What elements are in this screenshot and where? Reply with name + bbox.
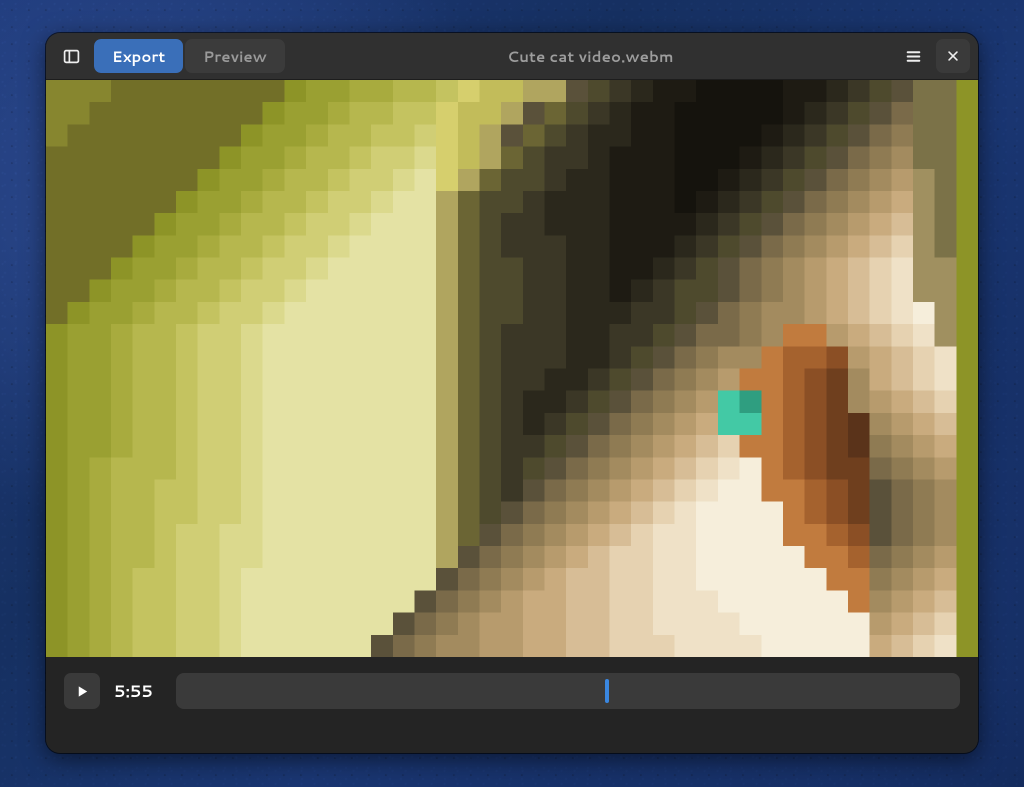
export-tab[interactable]: Export	[94, 39, 183, 73]
close-icon	[946, 49, 960, 63]
close-button[interactable]	[936, 39, 970, 73]
time-display: 5:55	[114, 680, 162, 703]
play-button[interactable]	[64, 673, 100, 709]
header-bar: Export Preview Cute cat video.webm	[46, 33, 978, 80]
preview-tab-label: Preview	[203, 46, 267, 67]
sidebar-toggle-icon	[63, 48, 80, 65]
seek-bar[interactable]	[176, 673, 960, 709]
video-preview[interactable]	[46, 80, 978, 657]
seek-thumb[interactable]	[605, 679, 609, 703]
play-icon	[75, 684, 90, 699]
hamburger-menu-icon	[905, 48, 922, 65]
preview-tab[interactable]: Preview	[185, 39, 285, 73]
mode-switcher: Export Preview	[94, 39, 285, 73]
window-title: Cute cat video.webm	[291, 46, 890, 67]
menu-button[interactable]	[896, 39, 930, 73]
header-left-group: Export Preview	[54, 39, 285, 73]
export-tab-label: Export	[112, 46, 165, 67]
sidebar-toggle-button[interactable]	[54, 39, 88, 73]
header-right-group	[896, 39, 970, 73]
video-frame-pixelart	[46, 80, 978, 657]
controls-row: 5:55	[46, 657, 978, 713]
playback-controls: 5:55	[46, 657, 978, 753]
app-window: Export Preview Cute cat video.webm	[46, 33, 978, 753]
